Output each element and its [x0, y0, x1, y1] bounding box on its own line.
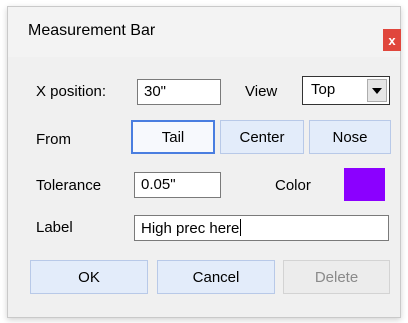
- label-input-value: High prec here: [141, 220, 240, 237]
- view-select[interactable]: Top: [302, 76, 390, 105]
- from-nose-label: Nose: [332, 128, 368, 146]
- text-caret: [240, 219, 242, 236]
- close-button[interactable]: x: [383, 29, 401, 51]
- from-nose-button[interactable]: Nose: [309, 120, 391, 154]
- delete-button[interactable]: Delete: [283, 260, 390, 294]
- delete-button-label: Delete: [314, 268, 359, 286]
- from-tail-label: Tail: [161, 128, 185, 146]
- from-center-label: Center: [239, 128, 285, 146]
- chevron-down-icon: [372, 87, 382, 94]
- from-label: From: [36, 131, 71, 148]
- label-field-label: Label: [36, 219, 73, 236]
- view-select-value: Top: [311, 81, 336, 98]
- x-position-input[interactable]: 30": [137, 79, 221, 105]
- ok-button[interactable]: OK: [30, 260, 148, 294]
- tolerance-value: 0.05": [141, 176, 176, 193]
- x-position-value: 30": [144, 83, 167, 100]
- from-tail-button[interactable]: Tail: [131, 120, 215, 154]
- cancel-button[interactable]: Cancel: [157, 260, 275, 294]
- ok-button-label: OK: [78, 268, 100, 286]
- view-label: View: [245, 83, 278, 100]
- title-bar: Measurement Bar x: [8, 7, 401, 57]
- cancel-button-label: Cancel: [192, 268, 240, 286]
- tolerance-input[interactable]: 0.05": [134, 172, 221, 198]
- dialog-title: Measurement Bar: [28, 22, 156, 39]
- close-icon: x: [388, 32, 396, 48]
- from-center-button[interactable]: Center: [220, 120, 304, 154]
- label-input[interactable]: High prec here: [134, 215, 389, 241]
- color-swatch[interactable]: [344, 168, 385, 201]
- view-dropdown-button[interactable]: [367, 79, 387, 102]
- tolerance-label: Tolerance: [36, 177, 102, 194]
- color-label: Color: [275, 177, 311, 194]
- x-position-label: X position:: [36, 83, 107, 100]
